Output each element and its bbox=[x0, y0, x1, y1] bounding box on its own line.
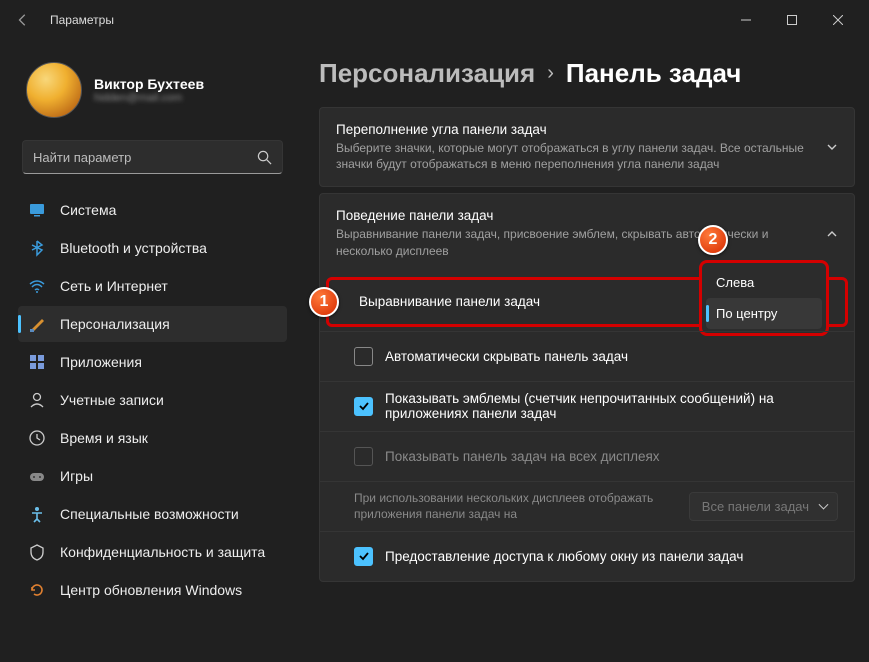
maximize-button[interactable] bbox=[769, 0, 815, 40]
sidebar-item-label: Bluetooth и устройства bbox=[60, 240, 207, 256]
window-access-checkbox[interactable] bbox=[354, 547, 373, 566]
sidebar-item-label: Игры bbox=[60, 468, 93, 484]
sidebar-item-system[interactable]: Система bbox=[18, 192, 287, 228]
window-access-label: Предоставление доступа к любому окну из … bbox=[385, 549, 838, 564]
sidebar-item-wifi[interactable]: Сеть и Интернет bbox=[18, 268, 287, 304]
privacy-icon bbox=[28, 543, 46, 561]
behavior-desc: Выравнивание панели задач, присвоение эм… bbox=[336, 226, 804, 258]
breadcrumb-current: Панель задач bbox=[566, 58, 742, 89]
annotation-badge-2: 2 bbox=[698, 225, 728, 255]
minimize-button[interactable] bbox=[723, 0, 769, 40]
overflow-desc: Выберите значки, которые могут отображат… bbox=[336, 140, 804, 172]
search-input[interactable] bbox=[33, 150, 257, 165]
wifi-icon bbox=[28, 277, 46, 295]
sidebar-item-bluetooth[interactable]: Bluetooth и устройства bbox=[18, 230, 287, 266]
sidebar-item-clock[interactable]: Время и язык bbox=[18, 420, 287, 456]
search-box[interactable] bbox=[22, 140, 283, 174]
badges-checkbox[interactable] bbox=[354, 397, 373, 416]
autohide-row[interactable]: Автоматически скрывать панель задач bbox=[320, 331, 854, 381]
alignment-dropdown: 2 Слева По центру bbox=[699, 260, 829, 336]
profile-email: hidden@mail.com bbox=[94, 92, 204, 104]
game-icon bbox=[28, 467, 46, 485]
sidebar-item-privacy[interactable]: Конфиденциальность и защита bbox=[18, 534, 287, 570]
sidebar-item-label: Персонализация bbox=[60, 316, 170, 332]
sidebar-item-label: Система bbox=[60, 202, 116, 218]
sidebar-item-apps[interactable]: Приложения bbox=[18, 344, 287, 380]
clock-icon bbox=[28, 429, 46, 447]
breadcrumb-parent[interactable]: Персонализация bbox=[319, 58, 535, 89]
autohide-checkbox[interactable] bbox=[354, 347, 373, 366]
sidebar-item-access[interactable]: Специальные возможности bbox=[18, 496, 287, 532]
update-icon bbox=[28, 581, 46, 599]
chevron-up-icon bbox=[826, 228, 838, 240]
window-controls bbox=[723, 0, 861, 40]
chevron-down-icon bbox=[826, 141, 838, 153]
alignment-option-left[interactable]: Слева bbox=[706, 267, 822, 298]
window-title: Параметры bbox=[50, 13, 114, 27]
sidebar-item-brush[interactable]: Персонализация bbox=[18, 306, 287, 342]
profile-name: Виктор Бухтеев bbox=[94, 76, 204, 92]
sidebar-item-label: Сеть и Интернет bbox=[60, 278, 168, 294]
settings-window: Параметры Виктор Бухтеев hidden@mail.com bbox=[0, 0, 869, 662]
brush-icon bbox=[28, 315, 46, 333]
multi-display-row: При использовании нескольких дисплеев от… bbox=[320, 481, 854, 531]
window-access-row[interactable]: Предоставление доступа к любому окну из … bbox=[320, 531, 854, 581]
avatar bbox=[26, 62, 82, 118]
behavior-card: Поведение панели задач Выравнивание пане… bbox=[319, 193, 855, 581]
alignment-label: Выравнивание панели задач bbox=[359, 294, 540, 309]
annotation-badge-1: 1 bbox=[309, 287, 339, 317]
sidebar-item-label: Время и язык bbox=[60, 430, 148, 446]
overflow-title: Переполнение угла панели задач bbox=[336, 122, 804, 137]
sidebar-item-label: Учетные записи bbox=[60, 392, 164, 408]
system-icon bbox=[28, 201, 46, 219]
all-displays-row[interactable]: Показывать панель задач на всех дисплеях bbox=[320, 431, 854, 481]
multi-display-label: При использовании нескольких дисплеев от… bbox=[354, 490, 677, 522]
overflow-card[interactable]: Переполнение угла панели задач Выберите … bbox=[319, 107, 855, 187]
sidebar-item-game[interactable]: Игры bbox=[18, 458, 287, 494]
all-displays-label: Показывать панель задач на всех дисплеях bbox=[385, 449, 660, 464]
sidebar-item-label: Конфиденциальность и защита bbox=[60, 544, 265, 560]
account-icon bbox=[28, 391, 46, 409]
bluetooth-icon bbox=[28, 239, 46, 257]
autohide-label: Автоматически скрывать панель задач bbox=[385, 349, 628, 364]
alignment-row: 1 Выравнивание панели задач 2 Слева По ц… bbox=[326, 277, 848, 327]
nav-list: Система Bluetooth и устройства Сеть и Инте… bbox=[18, 192, 287, 608]
breadcrumb: Персонализация › Панель задач bbox=[319, 58, 855, 89]
sidebar-item-label: Центр обновления Windows bbox=[60, 582, 242, 598]
search-icon bbox=[257, 150, 272, 165]
sidebar-item-label: Специальные возможности bbox=[60, 506, 239, 522]
sidebar-item-account[interactable]: Учетные записи bbox=[18, 382, 287, 418]
main-content: Персонализация › Панель задач Переполнен… bbox=[295, 40, 869, 662]
back-button[interactable] bbox=[8, 5, 38, 35]
sidebar: Виктор Бухтеев hidden@mail.com Система Bl… bbox=[0, 40, 295, 662]
chevron-right-icon: › bbox=[547, 62, 554, 85]
titlebar: Параметры bbox=[0, 0, 869, 40]
behavior-title: Поведение панели задач bbox=[336, 208, 804, 223]
close-button[interactable] bbox=[815, 0, 861, 40]
all-displays-checkbox[interactable] bbox=[354, 447, 373, 466]
sidebar-item-update[interactable]: Центр обновления Windows bbox=[18, 572, 287, 608]
access-icon bbox=[28, 505, 46, 523]
apps-icon bbox=[28, 353, 46, 371]
profile-block[interactable]: Виктор Бухтеев hidden@mail.com bbox=[18, 50, 287, 136]
multi-display-select[interactable]: Все панели задач bbox=[689, 492, 838, 521]
badges-row[interactable]: Показывать эмблемы (счетчик непрочитанны… bbox=[320, 381, 854, 431]
sidebar-item-label: Приложения bbox=[60, 354, 142, 370]
alignment-option-center[interactable]: По центру bbox=[706, 298, 822, 329]
badges-label: Показывать эмблемы (счетчик непрочитанны… bbox=[385, 391, 838, 421]
